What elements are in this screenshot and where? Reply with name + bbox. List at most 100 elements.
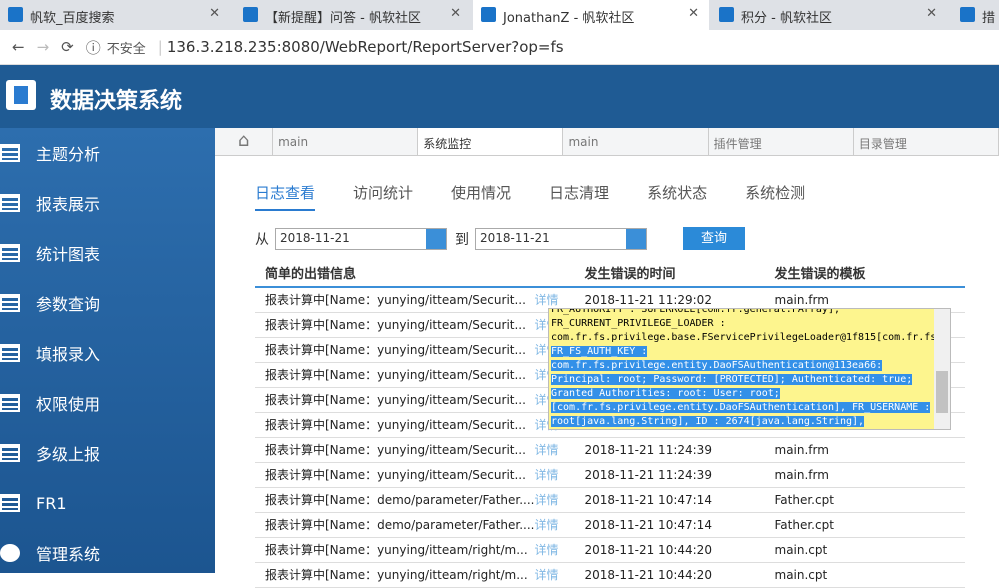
sub-tab[interactable]: 日志查看 — [255, 182, 316, 211]
sidebar-label: 管理系统 — [36, 545, 101, 564]
sub-tab[interactable]: 系统状态 — [647, 182, 707, 211]
sidebar-item[interactable]: 参数查询 — [0, 278, 215, 328]
error-detail-text: FR_AUTHORITY : SUPERROLE[com.fr.general.… — [549, 308, 950, 429]
list-icon — [0, 294, 20, 312]
table-row: 报表计算中[Name：demo/parameter/Father.... 详情 20… — [255, 487, 965, 513]
list-icon — [0, 394, 20, 412]
error-message: 报表计算中[Name：yunying/itteam/right/m... — [255, 537, 535, 563]
sub-tab[interactable]: 系统检测 — [745, 182, 805, 211]
detail-link[interactable]: 详情 — [534, 562, 575, 588]
close-icon[interactable]: ✕ — [450, 6, 461, 21]
detail-line: FR_AUTHORITY : SUPERROLE[com.fr.general.… — [551, 308, 840, 315]
sub-tab[interactable]: 访问统计 — [353, 182, 413, 211]
from-label: 从 — [255, 231, 269, 248]
error-message: 报表计算中[Name：yunying/itteam/Securit... — [255, 412, 535, 438]
sidebar-item[interactable]: 填报录入 — [0, 328, 215, 378]
detail-link[interactable]: 详情 — [534, 512, 575, 538]
sidebar-item[interactable]: 主题分析 — [0, 128, 215, 178]
from-date-input[interactable]: 2018-11-21 — [275, 227, 447, 250]
browser-tab[interactable]: 积分 - 帆软社区 ✕ — [711, 0, 947, 30]
error-time: 2018-11-21 11:24:39 — [574, 437, 765, 463]
error-message: 报表计算中[Name：yunying/itteam/Securit... — [255, 437, 535, 463]
sidebar-item[interactable]: 统计图表 — [0, 228, 215, 278]
browser-tab[interactable]: 【新提醒】问答 - 帆软社区 ✕ — [235, 0, 471, 30]
table-row: 报表计算中[Name：yunying/itteam/right/m... 详情 20… — [255, 562, 965, 588]
fanruan-icon — [243, 7, 258, 22]
error-template: main.cpt — [764, 562, 965, 588]
tab-title: JonathanZ - 帆软社区 — [503, 11, 635, 26]
detail-link[interactable]: 详情 — [534, 437, 575, 463]
sidebar-item[interactable]: 报表展示 — [0, 178, 215, 228]
sidebar-item[interactable]: FR1 — [0, 478, 215, 528]
app-title: 数据决策系统 — [50, 89, 183, 114]
sidebar-label: 权限使用 — [36, 395, 101, 414]
error-template: Father.cpt — [764, 487, 965, 513]
page-tab[interactable]: 目录管理 — [853, 128, 999, 155]
browser-tab[interactable]: JonathanZ - 帆软社区 ✕ — [473, 0, 709, 30]
info-icon: ⓘ — [85, 38, 101, 57]
query-button[interactable]: 查询 — [683, 227, 745, 250]
detail-line: com.fr.fs.privilege.entity.DaoFSAuthenti… — [551, 359, 930, 373]
browser-tab[interactable]: 措 — [952, 0, 999, 30]
sidebar-item[interactable]: 多级上报 — [0, 428, 215, 478]
column-header: 发生错误的模板 — [764, 259, 965, 288]
detail-line: com.fr.fs.privilege.base.FServicePrivile… — [551, 332, 937, 343]
error-time: 2018-11-21 10:44:20 — [574, 562, 765, 588]
back-icon[interactable]: ← — [12, 38, 25, 56]
to-date-input[interactable]: 2018-11-21 — [475, 227, 647, 250]
list-icon — [0, 244, 20, 262]
table-row: 报表计算中[Name：demo/parameter/Father.... 详情 20… — [255, 512, 965, 538]
page-tabs: ⌂ main 系统监控 main 插件管理 目录管理 — [215, 128, 999, 156]
error-message: 报表计算中[Name：yunying/itteam/Securit... — [255, 287, 535, 313]
reload-icon[interactable]: ⟳ — [61, 38, 74, 56]
list-icon — [0, 494, 20, 512]
close-icon[interactable]: ✕ — [926, 6, 937, 21]
tab-title: 积分 - 帆软社区 — [741, 11, 832, 26]
sub-tab[interactable]: 日志清理 — [549, 182, 609, 211]
selected-detail-line: FR_FS_AUTH_KEY : — [551, 346, 648, 357]
list-icon — [0, 144, 20, 162]
home-icon[interactable]: ⌂ — [215, 128, 274, 155]
calendar-icon[interactable] — [626, 228, 646, 249]
browser-tab-bar: 帆软_百度搜索 ✕ 【新提醒】问答 - 帆软社区 ✕ JonathanZ - 帆软社… — [0, 0, 999, 30]
scrollbar-thumb[interactable] — [936, 371, 948, 413]
forward-icon[interactable]: → — [37, 38, 50, 56]
address-bar[interactable]: ← → ⟳ ⓘ 不安全 | 136.3.218.235:8080/WebRepo… — [0, 30, 999, 65]
selected-detail-line: Principal: root; Password: [PROTECTED]; … — [551, 374, 913, 385]
list-icon — [0, 344, 20, 362]
browser-tab[interactable]: 帆软_百度搜索 ✕ — [0, 0, 230, 30]
sidebar-label: 统计图表 — [36, 245, 101, 264]
page-tab[interactable]: 插件管理 — [708, 128, 854, 155]
error-time: 2018-11-21 11:24:39 — [574, 462, 765, 488]
table-row: 报表计算中[Name：yunying/itteam/Securit... 详情 20… — [255, 462, 965, 488]
close-icon[interactable]: ✕ — [209, 6, 220, 21]
tab-title: 【新提醒】问答 - 帆软社区 — [265, 11, 421, 26]
tab-title: 措 — [982, 11, 996, 26]
fanruan-icon — [719, 7, 734, 22]
error-detail-popup[interactable]: FR_AUTHORITY : SUPERROLE[com.fr.general.… — [548, 308, 951, 430]
sidebar-item[interactable]: 管理系统 — [0, 528, 215, 578]
page-tab[interactable]: 系统监控 — [418, 128, 564, 155]
error-message: 报表计算中[Name：yunying/itteam/Securit... — [255, 312, 535, 338]
error-message: 报表计算中[Name：demo/parameter/Father.... — [255, 512, 535, 538]
page-tab[interactable]: main — [563, 128, 709, 155]
divider: | — [157, 38, 163, 56]
calendar-icon[interactable] — [426, 228, 446, 249]
error-template: main.frm — [764, 462, 965, 488]
sub-tab[interactable]: 使用情况 — [451, 182, 511, 211]
detail-link[interactable]: 详情 — [534, 487, 575, 513]
sidebar-label: 主题分析 — [36, 145, 101, 164]
detail-link[interactable]: 详情 — [534, 462, 575, 488]
close-icon[interactable]: ✕ — [688, 6, 699, 21]
detail-link[interactable]: 详情 — [534, 537, 575, 563]
scrollbar[interactable] — [934, 309, 950, 429]
error-template: Father.cpt — [764, 512, 965, 538]
sidebar-label: 参数查询 — [36, 295, 101, 314]
error-template: main.cpt — [764, 537, 965, 563]
table-row: 报表计算中[Name：yunying/itteam/right/m... 详情 20… — [255, 537, 965, 563]
page-tab[interactable]: main — [273, 128, 419, 155]
error-message: 报表计算中[Name：yunying/itteam/right/m... — [255, 562, 535, 588]
sidebar-item[interactable]: 权限使用 — [0, 378, 215, 428]
list-icon — [0, 194, 20, 212]
url-text[interactable]: 136.3.218.235:8080/WebReport/ReportServe… — [167, 38, 564, 56]
